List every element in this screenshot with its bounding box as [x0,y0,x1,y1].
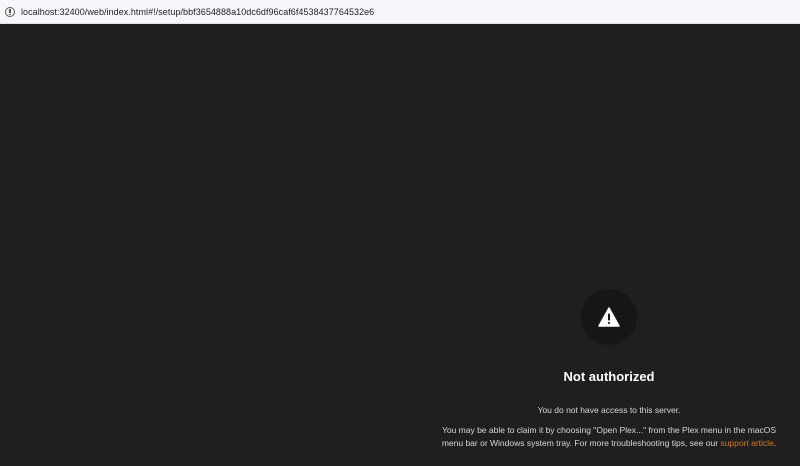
warning-badge [581,289,637,345]
access-message: You do not have access to this server. [537,405,681,415]
site-info-icon[interactable] [5,6,15,17]
warning-triangle-icon [598,307,620,327]
error-title: Not authorized [563,369,655,384]
claim-message: You may be able to claim it by choosing … [431,424,787,449]
address-bar[interactable]: localhost:32400/web/index.html#!/setup/b… [0,0,800,24]
page-viewport [0,25,800,466]
support-article-link[interactable]: support article [720,438,773,448]
url-text[interactable]: localhost:32400/web/index.html#!/setup/b… [21,7,374,17]
claim-message-end: . [773,437,777,448]
